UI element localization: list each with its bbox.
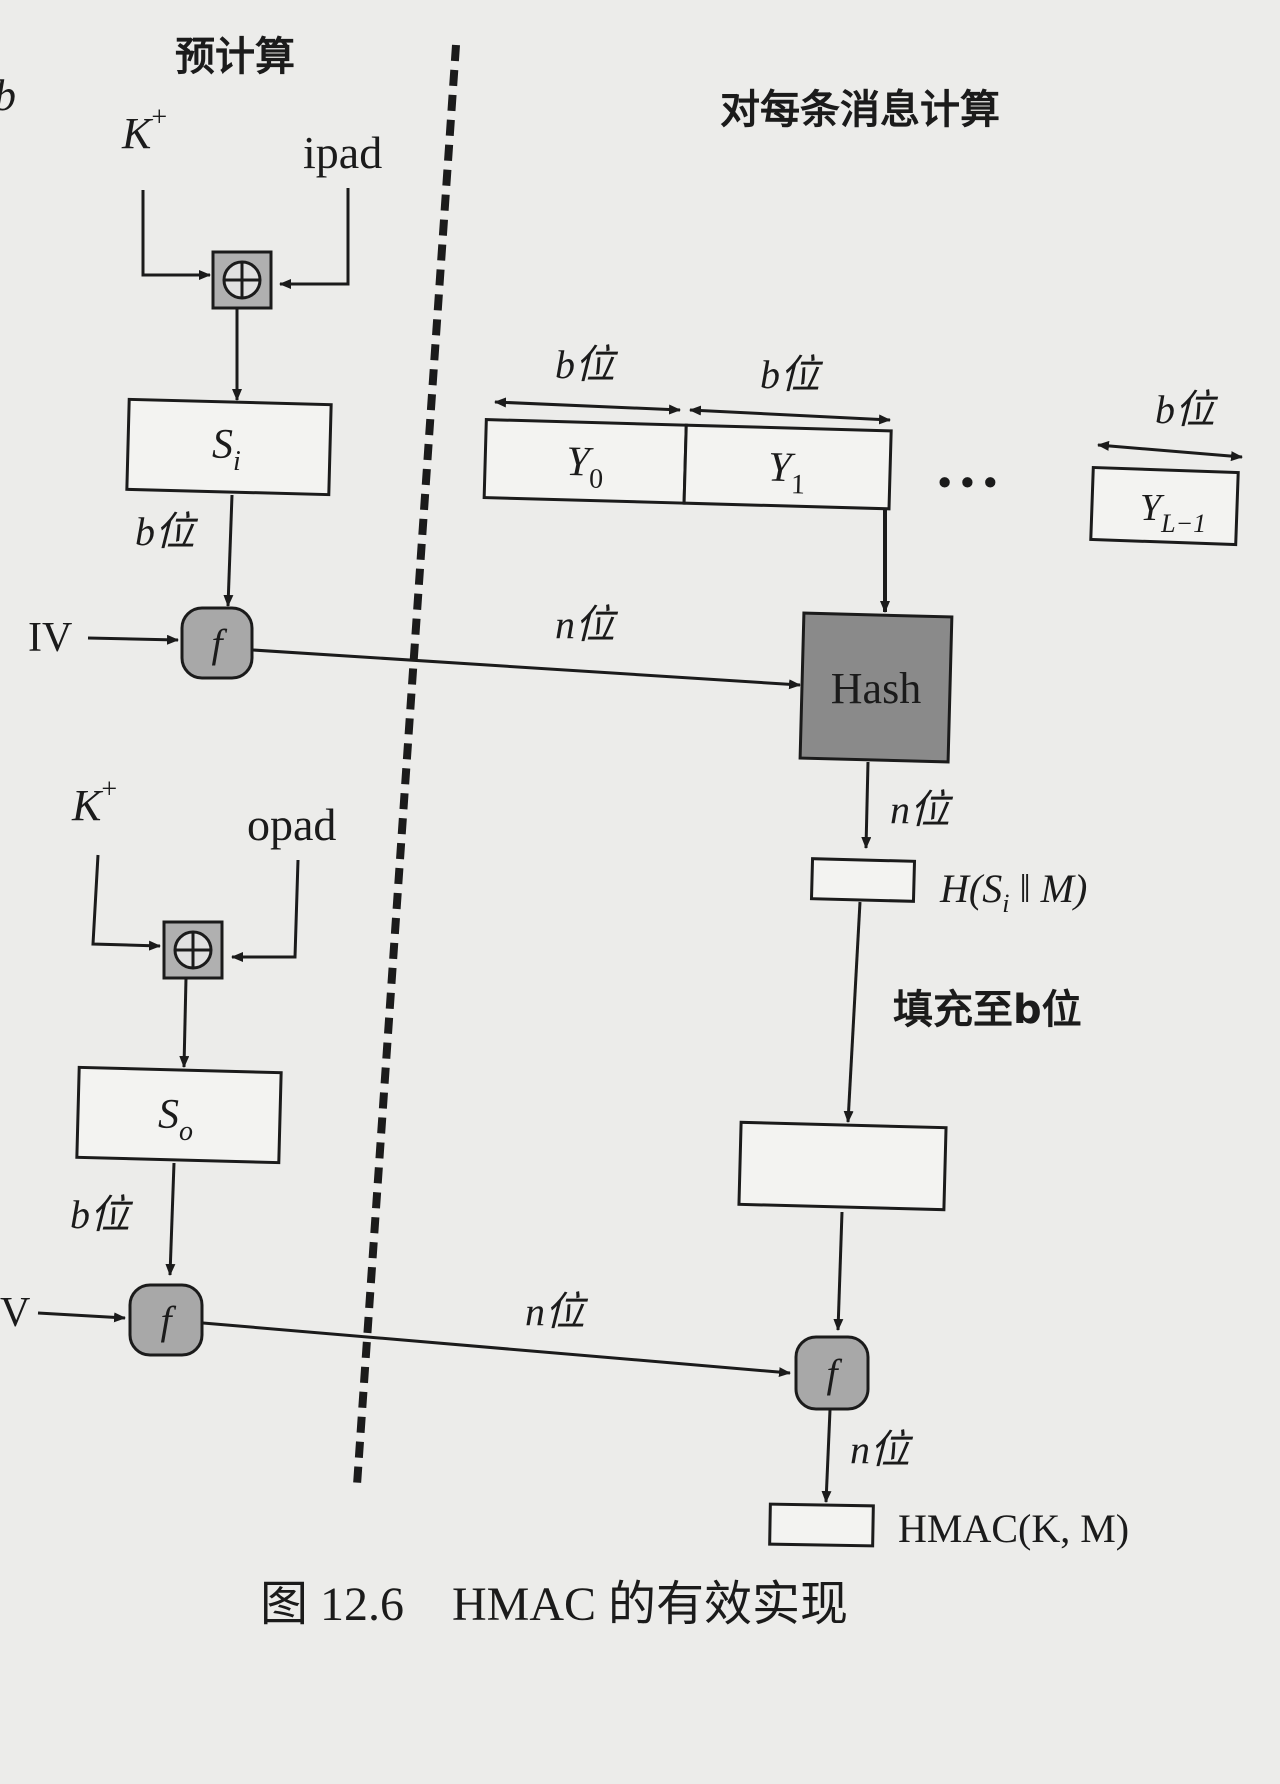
- y0-span-arrow: [494, 397, 681, 415]
- k-plus-bottom-label: K+: [71, 774, 117, 830]
- n-bits-label-top: n位: [555, 602, 619, 647]
- yl-span-arrow: [1097, 440, 1243, 462]
- so-to-f-bottom-line: [165, 1162, 176, 1276]
- pad-label: 填充至b位: [893, 987, 1082, 1033]
- output-to-padded-line: [843, 901, 862, 1123]
- iv-top-label: IV: [28, 615, 72, 661]
- precompute-heading: 预计算: [175, 34, 295, 80]
- xor-bottom-icon: [162, 920, 224, 980]
- k-plus-top-line: [141, 190, 211, 280]
- hash-output-box: [809, 857, 917, 903]
- f-node-bottom-left: f: [128, 1283, 204, 1357]
- hash-output-label: H(Si ‖ M): [939, 866, 1087, 918]
- hash-to-output-line: [861, 761, 872, 849]
- figure-title: HMAC 的有效实现: [452, 1578, 848, 1631]
- k-plus-top-label: K+: [121, 102, 167, 158]
- padded-block-box: [737, 1120, 948, 1212]
- k-plus-bottom-line: [91, 854, 161, 951]
- b-bits-label-y1: b位: [760, 352, 824, 397]
- ipad-label: ipad: [303, 127, 382, 178]
- n-bits-label-bottom: n位: [525, 1289, 589, 1334]
- hmac-diagram-page: 预计算 对每条消息计算 b K+ ipad Si b位 IV f n位 b位 b…: [0, 0, 1280, 1784]
- b-bits-label-so: b位: [70, 1192, 134, 1237]
- b-bits-label-yl: b位: [1155, 387, 1219, 432]
- section-divider: [353, 44, 460, 1486]
- figure-caption: 图 12.6 HMAC 的有效实现: [260, 1578, 848, 1631]
- hmac-output-label: HMAC(K, M): [898, 1506, 1129, 1551]
- partial-left-letter: b: [0, 71, 16, 120]
- n-bits-label-hash: n位: [890, 787, 954, 832]
- message-blocks: Y0 Y1: [482, 418, 893, 511]
- f-top-to-hash-line: [252, 648, 801, 690]
- iv-bottom-label: V: [0, 1290, 30, 1336]
- iv-bottom-line: [37, 1311, 126, 1323]
- hmac-diagram: 预计算 对每条消息计算 b K+ ipad Si b位 IV f n位 b位 b…: [0, 34, 1243, 1631]
- f-node-bottom-right: f: [794, 1335, 870, 1411]
- hmac-output-box: [768, 1502, 875, 1548]
- s-o-box: [75, 1065, 283, 1165]
- padded-to-f-bottom-line: [833, 1211, 844, 1331]
- ipad-line: [279, 188, 350, 289]
- y1-span-arrow: [689, 405, 891, 425]
- figure-number: 图 12.6: [260, 1578, 404, 1631]
- opad-line: [231, 859, 300, 962]
- b-bits-label-si: b位: [135, 509, 199, 554]
- f-node-top: f: [180, 606, 254, 680]
- si-to-f-top-line: [223, 494, 234, 607]
- b-bits-label-y0: b位: [555, 342, 619, 387]
- ellipsis: • • •: [938, 462, 997, 504]
- hash-label: Hash: [831, 664, 921, 713]
- xor-top-icon: [211, 250, 273, 310]
- per-message-heading: 对每条消息计算: [720, 87, 1000, 133]
- xor-bottom-to-so-line: [179, 977, 190, 1068]
- f-bottom-to-f-output-line: [202, 1321, 791, 1378]
- opad-label: opad: [247, 799, 336, 850]
- iv-top-line: [87, 634, 179, 645]
- n-bits-label-final: n位: [850, 1427, 914, 1472]
- f-to-hmac-line: [821, 1409, 832, 1503]
